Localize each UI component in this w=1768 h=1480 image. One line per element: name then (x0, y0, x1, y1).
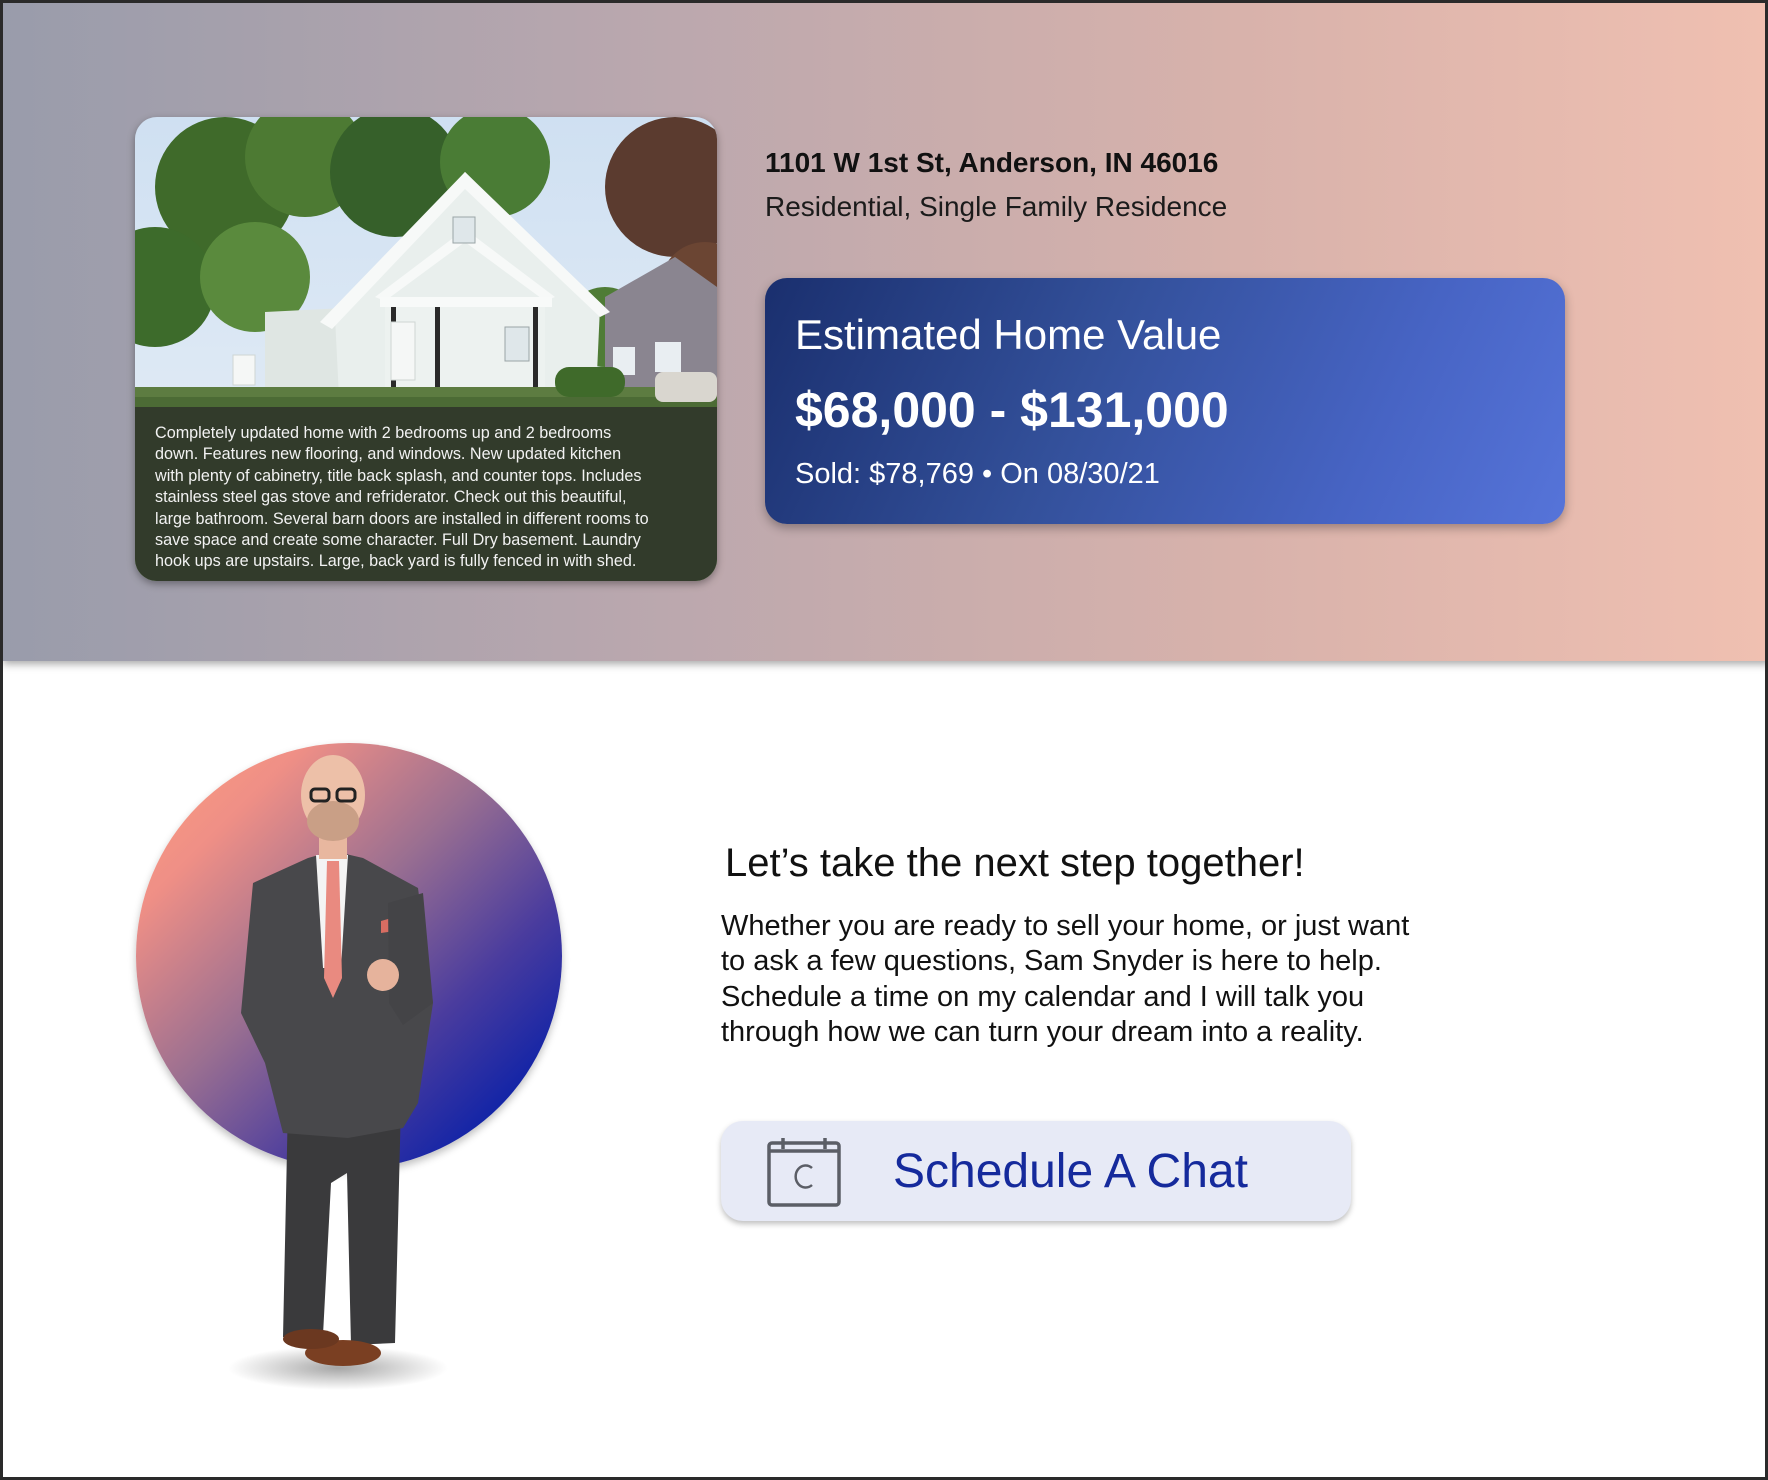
cta-body: Whether you are ready to sell your home,… (721, 909, 1501, 1051)
sold-info: Sold: $78,769 • On 08/30/21 (795, 458, 1160, 490)
calendar-icon (767, 1138, 841, 1207)
cta-body-line: Whether you are ready to sell your home,… (721, 910, 1410, 942)
property-address: 1101 W 1st St, Anderson, IN 46016 (765, 147, 1219, 178)
description-line: with plenty of cabinetry, title back spl… (155, 466, 642, 485)
description-line: Completely updated home with 2 bedrooms … (155, 424, 612, 442)
description-line: hook ups are upstairs. Large, back yard … (155, 552, 637, 571)
listing-hero: Completely updated home with 2 bedrooms … (3, 3, 1765, 661)
cta-body-line: Schedule a time on my calendar and I wil… (721, 980, 1365, 1013)
description-line: down. Features new flooring, and windows… (155, 445, 622, 464)
house-card: Completely updated home with 2 bedrooms … (135, 117, 717, 581)
cta-body-line: through how we can turn your dream into … (721, 1016, 1364, 1049)
home-value-card: Estimated Home Value $68,000 - $131,000 … (765, 278, 1565, 524)
agent-photo (228, 755, 448, 1390)
home-value-range: $68,000 - $131,000 (795, 382, 1229, 438)
schedule-chat-label: Schedule A Chat (893, 1145, 1248, 1198)
description-line: save space and create some character. Fu… (155, 531, 641, 550)
house-description: Completely updated home with 2 bedrooms … (135, 407, 717, 581)
schedule-chat-button[interactable]: Schedule A Chat (721, 1121, 1351, 1221)
cta-body-line: to ask a few questions, Sam Snyder is he… (721, 945, 1382, 978)
description-line: large bathroom. Several barn doors are i… (155, 509, 649, 528)
home-value-label: Estimated Home Value (795, 311, 1222, 358)
page: Completely updated home with 2 bedrooms … (0, 0, 1768, 1480)
description-line: stainless steel gas stove and refriderat… (155, 488, 627, 507)
property-type: Residential, Single Family Residence (765, 191, 1228, 222)
cta-title: Let’s take the next step together! (725, 841, 1305, 885)
